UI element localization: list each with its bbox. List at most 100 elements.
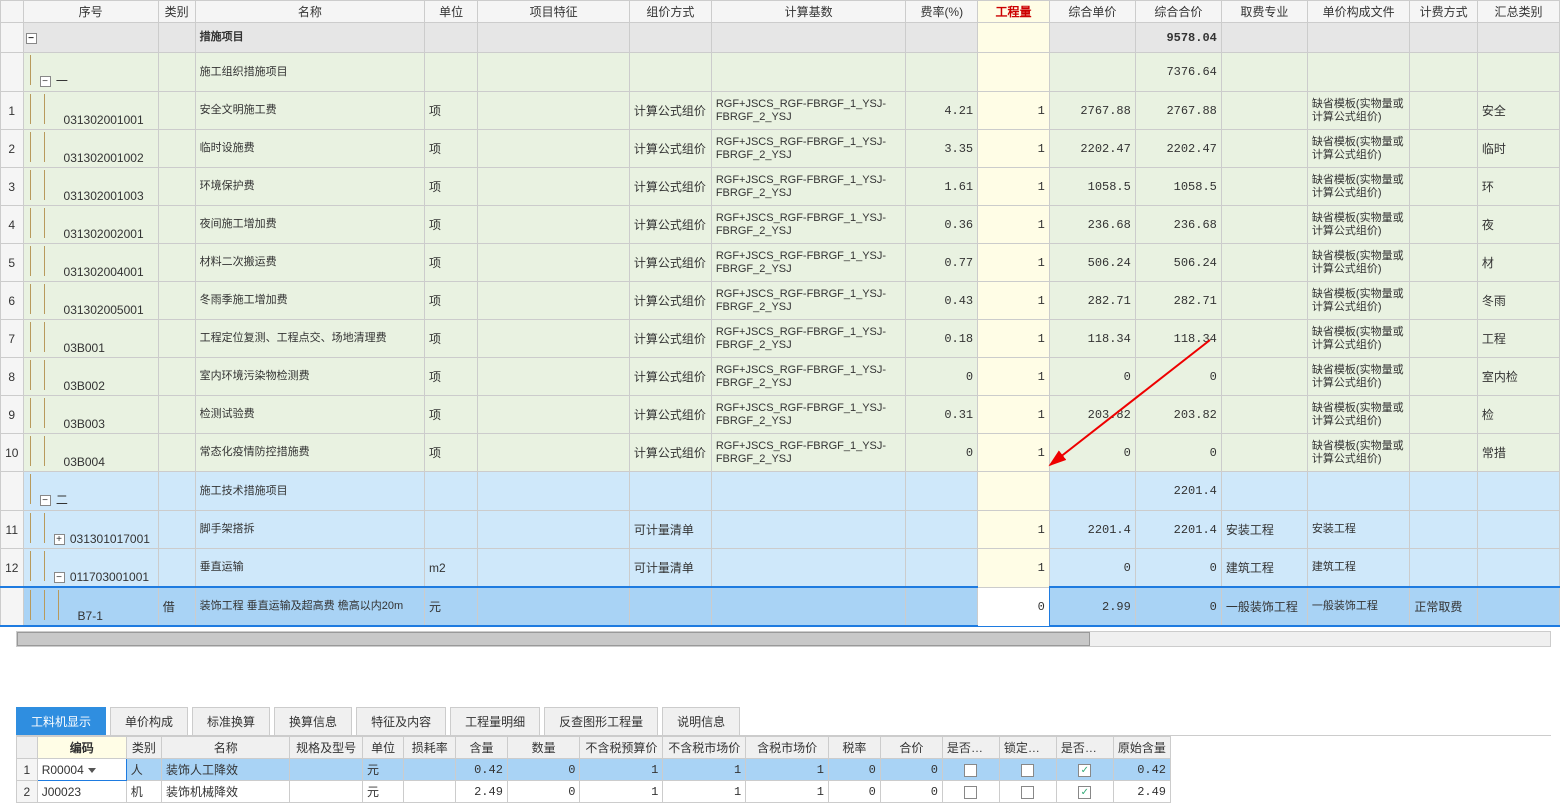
cell: 计算公式组价	[629, 206, 711, 244]
sub-col-7[interactable]: 含量	[456, 737, 508, 759]
tab-6[interactable]: 反查图形工程量	[544, 707, 658, 735]
main-col-4[interactable]: 单位	[425, 1, 478, 23]
sub-col-15[interactable]: 锁定数量	[999, 737, 1056, 759]
table-row[interactable]: 1 031302001001安全文明施工费项计算公式组价RGF+JSCS_RGF…	[1, 92, 1560, 130]
main-col-5[interactable]: 项目特征	[478, 1, 630, 23]
table-row[interactable]: 6 031302005001冬雨季施工增加费项计算公式组价RGF+JSCS_RG…	[1, 282, 1560, 320]
detail-tabs[interactable]: 工料机显示单价构成标准换算换算信息特征及内容工程量明细反查图形工程量说明信息	[16, 707, 1551, 736]
checkbox[interactable]	[964, 764, 977, 777]
cell	[425, 23, 478, 53]
sub-col-3[interactable]: 名称	[162, 737, 290, 759]
table-row[interactable]: 11+ 031301017001脚手架搭拆可计量清单12201.42201.4安…	[1, 511, 1560, 549]
checkbox[interactable]	[964, 786, 977, 799]
sub-col-2[interactable]: 类别	[126, 737, 161, 759]
cell: 项	[425, 320, 478, 358]
table-row[interactable]: 8 03B002室内环境污染物检测费项计算公式组价RGF+JSCS_RGF-FB…	[1, 358, 1560, 396]
sub-row[interactable]: 1R00004人装饰人工降效元0.420111000.42	[17, 759, 1171, 781]
sub-col-1[interactable]: 编码	[37, 737, 126, 759]
sub-col-12[interactable]: 税率	[829, 737, 881, 759]
sub-col-16[interactable]: 是否计价	[1056, 737, 1113, 759]
main-col-3[interactable]: 名称	[195, 1, 424, 23]
sub-cell: 1	[746, 781, 829, 803]
sub-cell	[942, 759, 999, 781]
table-row[interactable]: 4 031302002001夜间施工增加费项计算公式组价RGF+JSCS_RGF…	[1, 206, 1560, 244]
main-col-10[interactable]: 综合单价	[1049, 1, 1135, 23]
cell	[1410, 511, 1478, 549]
cell: 计算公式组价	[629, 168, 711, 206]
table-row[interactable]: 10 03B004常态化疫情防控措施费项计算公式组价RGF+JSCS_RGF-F…	[1, 434, 1560, 472]
main-col-15[interactable]: 汇总类别	[1477, 1, 1559, 23]
collapse-icon[interactable]: −	[40, 76, 51, 87]
main-col-9[interactable]: 工程量	[978, 1, 1050, 23]
table-row[interactable]: 9 03B003检测试验费项计算公式组价RGF+JSCS_RGF-FBRGF_1…	[1, 396, 1560, 434]
tab-3[interactable]: 换算信息	[274, 707, 352, 735]
cell: 安装工程	[1221, 511, 1307, 549]
sub-grid[interactable]: 编码类别名称规格及型号单位损耗率含量数量不含税预算价不含税市场价含税市场价税率合…	[16, 736, 1171, 803]
table-row[interactable]: 12− 011703001001垂直运输m2可计量清单100建筑工程建筑工程	[1, 549, 1560, 588]
sub-col-9[interactable]: 不含税预算价	[580, 737, 663, 759]
table-row[interactable]: 2 031302001002临时设施费项计算公式组价RGF+JSCS_RGF-F…	[1, 130, 1560, 168]
main-col-1[interactable]: 序号	[23, 1, 158, 23]
table-row[interactable]: 7 03B001工程定位复测、工程点交、场地清理费项计算公式组价RGF+JSCS…	[1, 320, 1560, 358]
sub-cell: 0	[880, 781, 942, 803]
main-col-12[interactable]: 取费专业	[1221, 1, 1307, 23]
expand-icon[interactable]: +	[54, 534, 65, 545]
dropdown-icon[interactable]	[88, 768, 96, 773]
cell	[478, 587, 630, 626]
main-hscroll[interactable]	[16, 631, 1551, 647]
cell: 10	[1, 434, 24, 472]
tab-2[interactable]: 标准换算	[192, 707, 270, 735]
main-col-6[interactable]: 组价方式	[629, 1, 711, 23]
sub-col-17[interactable]: 原始含量	[1113, 737, 1170, 759]
main-col-11[interactable]: 综合合价	[1135, 1, 1221, 23]
collapse-icon[interactable]: −	[26, 33, 37, 44]
sub-col-14[interactable]: 是否暂估	[942, 737, 999, 759]
cell: 计算公式组价	[629, 244, 711, 282]
main-col-13[interactable]: 单价构成文件	[1307, 1, 1409, 23]
tab-5[interactable]: 工程量明细	[450, 707, 540, 735]
checkbox[interactable]	[1078, 764, 1091, 777]
checkbox[interactable]	[1021, 764, 1034, 777]
cell[interactable]: 0	[978, 587, 1050, 626]
main-col-14[interactable]: 计费方式	[1410, 1, 1478, 23]
table-row[interactable]: 5 031302004001材料二次搬运费项计算公式组价RGF+JSCS_RGF…	[1, 244, 1560, 282]
cell: 一般装饰工程	[1307, 587, 1409, 626]
cell	[906, 53, 978, 92]
tab-0[interactable]: 工料机显示	[16, 707, 106, 735]
cell: RGF+JSCS_RGF-FBRGF_1_YSJ-FBRGF_2_YSJ	[711, 320, 906, 358]
table-row[interactable]: − 一施工组织措施项目7376.64	[1, 53, 1560, 92]
table-row[interactable]: B7-1借装饰工程 垂直运输及超高费 檐高以内20m元02.990一般装饰工程一…	[1, 587, 1560, 626]
tab-7[interactable]: 说明信息	[662, 707, 740, 735]
main-col-8[interactable]: 费率(%)	[906, 1, 978, 23]
table-row[interactable]: − 措施项目9578.04	[1, 23, 1560, 53]
sub-cell	[1056, 781, 1113, 803]
sub-col-0[interactable]	[17, 737, 38, 759]
tab-4[interactable]: 特征及内容	[356, 707, 446, 735]
sub-col-5[interactable]: 单位	[362, 737, 403, 759]
cell: 1	[978, 396, 1050, 434]
sub-col-13[interactable]: 合价	[880, 737, 942, 759]
tab-1[interactable]: 单价构成	[110, 707, 188, 735]
table-row[interactable]: − 二施工技术措施项目2201.4	[1, 472, 1560, 511]
cell	[711, 587, 906, 626]
sub-cell: 1	[663, 759, 746, 781]
sub-col-10[interactable]: 不含税市场价	[663, 737, 746, 759]
cell	[1221, 244, 1307, 282]
sub-col-6[interactable]: 损耗率	[404, 737, 456, 759]
sub-col-8[interactable]: 数量	[507, 737, 580, 759]
cell: 1	[978, 92, 1050, 130]
sub-row[interactable]: 2J00023机装饰机械降效元2.490111002.49	[17, 781, 1171, 803]
checkbox[interactable]	[1078, 786, 1091, 799]
sub-col-11[interactable]: 含税市场价	[746, 737, 829, 759]
main-col-7[interactable]: 计算基数	[711, 1, 906, 23]
cell: 计算公式组价	[629, 92, 711, 130]
table-row[interactable]: 3 031302001003环境保护费项计算公式组价RGF+JSCS_RGF-F…	[1, 168, 1560, 206]
cell: 项	[425, 434, 478, 472]
sub-col-4[interactable]: 规格及型号	[290, 737, 363, 759]
collapse-icon[interactable]: −	[54, 572, 65, 583]
collapse-icon[interactable]: −	[40, 495, 51, 506]
main-col-0[interactable]	[1, 1, 24, 23]
main-grid[interactable]: 序号类别名称单位项目特征组价方式计算基数费率(%)工程量综合单价综合合价取费专业…	[0, 0, 1560, 627]
checkbox[interactable]	[1021, 786, 1034, 799]
main-col-2[interactable]: 类别	[158, 1, 195, 23]
